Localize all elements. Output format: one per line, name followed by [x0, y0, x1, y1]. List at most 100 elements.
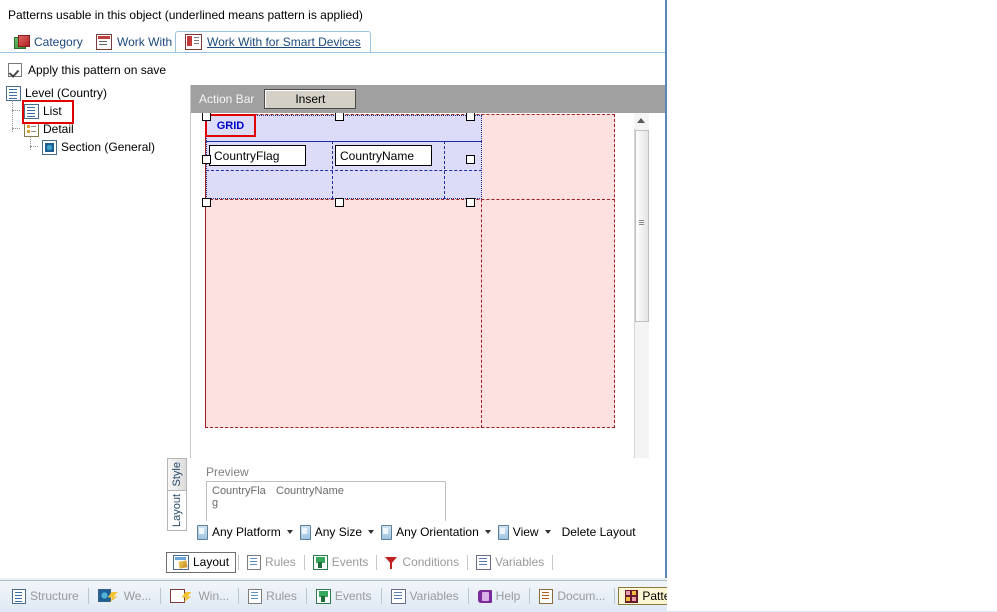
preview-col1: CountryFla g [212, 485, 270, 509]
tab-work-with[interactable]: Work With [86, 31, 182, 53]
level-icon [6, 85, 21, 101]
any-platform-label: Any Platform [212, 525, 281, 539]
docbar-structure-label: Structure [30, 589, 79, 603]
layout-options-bar: Any Platform Any Size Any Orientation Vi… [189, 521, 659, 543]
tab-layout[interactable]: Layout [166, 551, 237, 573]
resize-handle-n[interactable] [335, 113, 344, 121]
layout-icon [173, 554, 189, 570]
resize-handle-nw[interactable] [202, 113, 211, 121]
device-icon [197, 524, 208, 540]
resize-handle-se[interactable] [466, 198, 475, 207]
scroll-up-icon[interactable] [634, 113, 648, 128]
grid-row-divider [206, 170, 482, 171]
delete-layout-button[interactable]: Delete Layout [560, 525, 638, 539]
docbar-events-label: Events [334, 589, 372, 603]
section-icon [42, 139, 57, 155]
chevron-down-icon [286, 530, 293, 534]
vtab-layout[interactable]: Layout [167, 491, 187, 531]
tab-category[interactable]: Category [4, 31, 93, 53]
tab-layout-label: Layout [193, 555, 230, 569]
tab-conditions[interactable]: Conditions [379, 553, 465, 571]
vtab-style[interactable]: Style [167, 458, 187, 491]
tab-conditions-label: Conditions [402, 555, 460, 569]
tree-connector [30, 136, 31, 150]
tab-events[interactable]: Events [307, 553, 375, 572]
delete-layout-label: Delete Layout [561, 525, 636, 539]
table-row-divider [205, 199, 615, 200]
docbar-documentation-label: Docum... [557, 589, 606, 603]
resize-handle-s[interactable] [335, 198, 344, 207]
any-size-dropdown[interactable]: Any Size [298, 524, 376, 540]
rules-icon [247, 554, 262, 570]
docbar-events[interactable]: Events [310, 587, 378, 606]
scrollbar-thumb[interactable] [635, 130, 649, 322]
docbar-web-panel[interactable]: We... [92, 587, 158, 605]
preview-col2: CountryName [276, 485, 344, 497]
docbar-win-form[interactable]: Win... [164, 587, 235, 605]
tree-node-level-label: Level (Country) [25, 86, 108, 100]
tab-rules[interactable]: Rules [241, 553, 302, 572]
chevron-down-icon [368, 530, 375, 534]
tab-work-with-smart-devices[interactable]: Work With for Smart Devices [175, 31, 371, 53]
any-size-label: Any Size [314, 525, 363, 539]
docbar-help[interactable]: Help [472, 587, 527, 605]
editor-tabs: Layout Rules Events Conditions Variables [166, 550, 566, 574]
help-icon [477, 589, 492, 603]
resize-handle-w[interactable] [202, 155, 211, 164]
apply-pattern-checkbox-row[interactable]: Apply this pattern on save [8, 62, 166, 78]
win-form-icon [170, 589, 194, 603]
resize-handle-sw[interactable] [202, 198, 211, 207]
field-countryflag[interactable]: CountryFlag [209, 145, 306, 166]
events-icon [315, 588, 331, 604]
docbar-rules[interactable]: Rules [242, 587, 303, 606]
conditions-icon [385, 556, 398, 569]
action-bar: Action Bar Insert [191, 85, 665, 113]
docbar-structure[interactable]: Structure [6, 587, 85, 606]
grid-col-divider-b [444, 141, 445, 199]
preview-col1-line1: CountryFla [212, 485, 266, 497]
tree-connector [12, 110, 20, 111]
preview-label: Preview [206, 465, 249, 479]
design-canvas[interactable]: GRID CountryFlag CountryName [191, 113, 649, 462]
tab-work-with-smart-devices-label: Work With for Smart Devices [207, 35, 361, 49]
tab-events-label: Events [331, 555, 369, 569]
pattern-panel: Patterns usable in this object (underlin… [0, 0, 665, 578]
apply-pattern-label: Apply this pattern on save [28, 63, 167, 77]
tab-category-label: Category [34, 35, 83, 49]
document-bar-items: Structure We... Win... Rules Events Vari… [6, 584, 699, 608]
tab-variables[interactable]: Variables [470, 553, 550, 572]
variables-icon [390, 588, 406, 604]
grid-label-text: GRID [216, 119, 245, 132]
tabs-underline [0, 52, 665, 53]
tab-variables-label: Variables [495, 555, 545, 569]
any-orientation-dropdown[interactable]: Any Orientation [379, 524, 493, 540]
docbar-documentation[interactable]: Docum... [533, 587, 611, 606]
tab-work-with-label: Work With [117, 35, 173, 49]
grid-header-divider [206, 141, 482, 142]
view-label: View [512, 525, 539, 539]
docbar-variables[interactable]: Variables [385, 587, 465, 606]
structure-icon [12, 588, 26, 604]
tab-rules-label: Rules [265, 555, 296, 569]
field-countryname-label: CountryName [340, 148, 415, 163]
resize-handle-e[interactable] [466, 155, 475, 164]
layout-designer: Action Bar Insert GRID CountryFlag Count… [190, 85, 665, 462]
tree-node-section[interactable]: Section (General) [6, 138, 186, 156]
category-icon [14, 35, 30, 49]
rules-icon [248, 588, 263, 604]
tree-node-detail-label: Detail [43, 122, 74, 136]
view-dropdown[interactable]: View [496, 524, 553, 540]
preview-col1-line2: g [212, 497, 219, 509]
action-bar-label: Action Bar [199, 92, 255, 106]
work-with-smart-devices-icon [185, 34, 202, 50]
side-vertical-tabs: Style Layout [167, 458, 187, 531]
field-countryname[interactable]: CountryName [335, 145, 432, 166]
vtab-layout-label: Layout [171, 493, 183, 528]
tree-connector [12, 128, 20, 129]
resize-handle-ne[interactable] [466, 113, 475, 121]
docbar-web-panel-label: We... [123, 589, 152, 603]
any-platform-dropdown[interactable]: Any Platform [195, 524, 295, 540]
apply-pattern-checkbox[interactable] [8, 63, 22, 77]
insert-button[interactable]: Insert [264, 89, 357, 109]
properties-panel: A Z Filter − grid: Grid Auto Refresh Tim… [667, 0, 997, 611]
